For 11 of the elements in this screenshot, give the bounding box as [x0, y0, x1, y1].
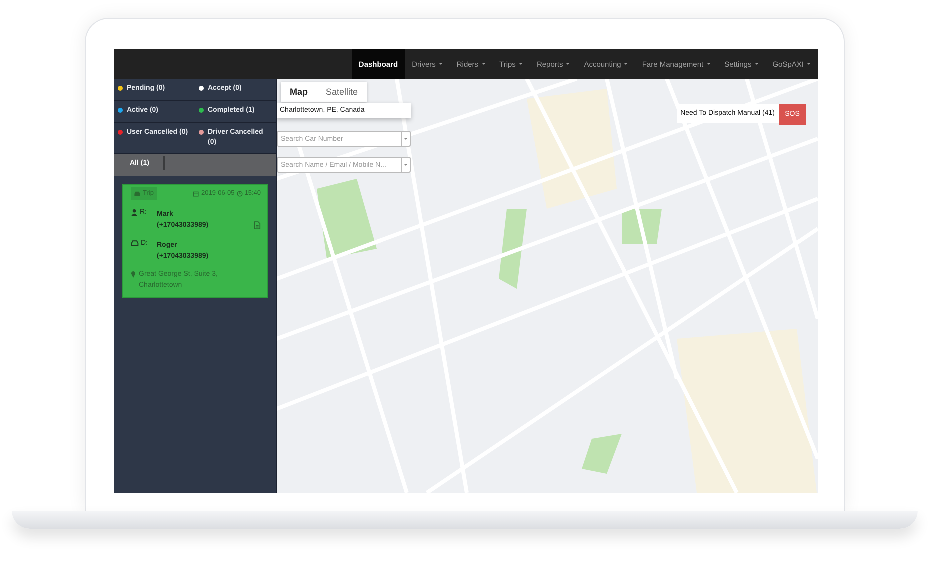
dropdown-toggle[interactable] — [401, 157, 411, 173]
person-icon — [131, 209, 138, 216]
car-icon — [134, 190, 141, 196]
document-icon[interactable] — [254, 221, 261, 230]
map-type-tab[interactable]: Map — [281, 82, 317, 102]
dropdown-toggle[interactable] — [401, 131, 411, 147]
car-icon — [131, 240, 139, 247]
calendar-icon — [193, 190, 200, 196]
clock-icon — [236, 190, 243, 196]
map-type-tab[interactable]: Satellite — [317, 82, 368, 102]
location-pin-icon — [131, 271, 136, 278]
